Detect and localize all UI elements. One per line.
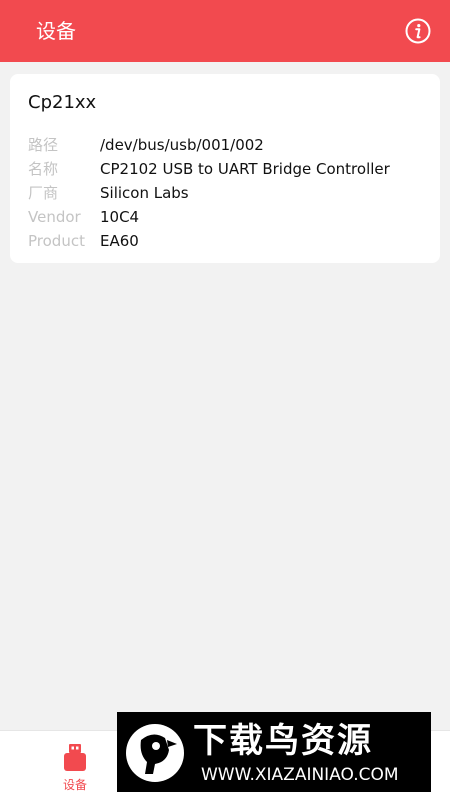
watermark-url: WWW.XIAZAINIAO.COM (201, 765, 399, 785)
device-vendor-row: Vendor 10C4 (28, 205, 428, 229)
device-product-row: Product EA60 (28, 229, 428, 253)
product-value: EA60 (100, 232, 139, 250)
product-label: Product (28, 232, 85, 250)
device-path-row: 路径 /dev/bus/usb/001/002 (28, 133, 428, 157)
info-button[interactable] (405, 18, 431, 44)
vendor-value: 10C4 (100, 208, 140, 226)
name-label: 名称 (28, 160, 59, 178)
device-name-row: 名称 CP2102 USB to UART Bridge Controller (28, 157, 428, 181)
manufacturer-value: Silicon Labs (100, 184, 189, 202)
device-manufacturer-row: 厂商 Silicon Labs (28, 181, 428, 205)
device-name: Cp21xx (28, 92, 97, 113)
page-title: 设备 (36, 19, 76, 43)
manufacturer-label: 厂商 (28, 184, 59, 202)
bird-logo-icon (126, 724, 184, 782)
nav-item-devices[interactable]: 设备 (40, 739, 110, 795)
app-header: 设备 (0, 0, 450, 62)
nav-label-devices: 设备 (62, 778, 87, 792)
watermark-title: 下载鸟资源 (193, 721, 373, 761)
path-value: /dev/bus/usb/001/002 (100, 136, 264, 154)
device-card[interactable]: Cp21xx 路径 /dev/bus/usb/001/002 名称 CP2102… (10, 74, 440, 263)
name-value: CP2102 USB to UART Bridge Controller (100, 160, 390, 178)
info-circle-icon (405, 18, 431, 44)
vendor-label: Vendor (28, 208, 81, 226)
usb-drive-icon (64, 744, 86, 771)
path-label: 路径 (28, 136, 59, 154)
watermark-banner: 下载鸟资源 WWW.XIAZAINIAO.COM (117, 712, 431, 792)
